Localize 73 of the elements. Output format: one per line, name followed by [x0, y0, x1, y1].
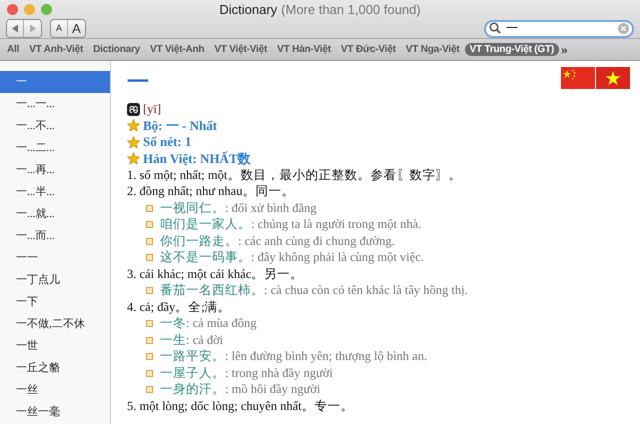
definition: 1. số một; nhất; một。数目，最小的正整数。参看〖数字〗。 — [127, 166, 462, 184]
forward-arrow-icon — [28, 24, 36, 32]
dictionary-tab[interactable]: VT Anh-Việt — [24, 43, 88, 56]
sidebar-item[interactable]: 一世 — [0, 335, 110, 357]
bullet-icon — [146, 221, 153, 228]
sidebar-item[interactable]: 一...再... — [0, 159, 110, 181]
sidebar-item[interactable]: 一丁点儿 — [0, 269, 110, 291]
minimize-button[interactable] — [24, 4, 35, 14]
dictionary-tab[interactable]: VT Việt-Anh — [145, 43, 210, 56]
definition: 3. cái khác; một cái khác。另一。 — [127, 266, 304, 283]
result-count: (More than 1,000 found) — [281, 2, 421, 16]
definition: 4. cả; đầy。全;满。 — [127, 298, 231, 316]
example-sentence: 咱们是一家人。: chúng ta là người trong một nhà. — [160, 216, 422, 234]
sidebar-item[interactable]: 一下 — [0, 291, 110, 313]
back-arrow-icon — [11, 24, 19, 32]
zoom-button[interactable] — [41, 4, 52, 14]
star-icon — [127, 136, 140, 149]
star-icon — [127, 119, 140, 132]
sidebar-item[interactable]: 一...而... — [0, 225, 110, 247]
star-icon — [127, 152, 140, 166]
flag-icon — [561, 67, 595, 89]
sidebar-item[interactable]: 一...就... — [0, 203, 110, 225]
example-sentence: 一冬: cả mùa đông — [160, 315, 256, 332]
dictionary-tab[interactable]: All — [2, 43, 24, 56]
example-sentence: 番茄一名西红柿。: cà chua còn có tên khác là tây hồng thị. — [160, 282, 468, 300]
bullet-icon — [146, 238, 153, 245]
sidebar-item[interactable]: 一...半... — [0, 181, 110, 203]
sidebar-item[interactable]: 一丘之貉 — [0, 357, 110, 379]
bullet-icon — [146, 204, 153, 212]
info-line: Bộ: 一 - Nhất — [143, 116, 218, 135]
bullet-icon — [146, 320, 153, 328]
dictionary-tab[interactable]: Dictionary — [88, 43, 146, 56]
bullet-icon — [146, 336, 153, 344]
flag-icon — [596, 67, 630, 89]
sidebar-item[interactable]: 一不做,二不休 — [0, 313, 110, 335]
dictionary-tab[interactable]: VT Việt-Việt — [209, 43, 272, 56]
headword: 一 — [127, 68, 149, 96]
window-title: Dictionary — [219, 2, 278, 16]
info-line: Hán Việt: NHẤT数 — [143, 150, 251, 168]
search-field[interactable]: 一 — [484, 20, 634, 38]
bullet-icon — [146, 353, 153, 360]
info-line: Số nét: 1 — [143, 134, 192, 150]
dictionary-tab[interactable]: VT Hàn-Việt — [272, 43, 336, 56]
clear-icon[interactable] — [618, 22, 629, 34]
definition: 5. một lòng; dốc lòng; chuyên nhất。专一。 — [127, 398, 354, 415]
smaller-font-button[interactable]: A — [51, 20, 68, 36]
definition: 2. đồng nhất; như nhau。同一。 — [127, 183, 294, 200]
example-sentence: 一视同仁。: đối xử bình đẳng — [160, 200, 316, 217]
example-sentence: 一生: cả đời — [160, 332, 224, 349]
sidebar-item[interactable]: 一...二... — [0, 137, 110, 159]
dictionary-tab[interactable]: VT Nga-Việt — [400, 43, 464, 56]
more-tabs-button[interactable]: » — [561, 42, 568, 56]
sidebar-item[interactable]: 一 — [0, 71, 110, 93]
bullet-icon — [146, 254, 153, 262]
close-button[interactable] — [7, 4, 18, 14]
example-sentence: 这不是一码事。: đây không phải là cùng một việc. — [160, 249, 424, 266]
example-sentence: 一身的汗。: mồ hôi đầy người — [160, 381, 320, 398]
dictionary-tab[interactable]: VT Trung-Việt (GT) — [464, 43, 560, 56]
sidebar-item[interactable]: 一...不... — [0, 115, 110, 137]
example-sentence: 一屋子人。: trong nhà đầy người — [160, 364, 333, 382]
bullet-icon — [146, 386, 153, 394]
sidebar-item[interactable]: 一...一... — [0, 93, 110, 115]
bullet-icon — [146, 287, 153, 294]
example-sentence: 你们一路走。: các anh cùng đi chung đường. — [160, 232, 395, 250]
dictionary-tab[interactable]: VT Đức-Việt — [336, 43, 401, 56]
sidebar-item[interactable]: 一丝一毫 — [0, 401, 110, 423]
bullet-icon — [146, 370, 153, 377]
example-sentence: 一路平安。: lên đường bình yên; thượng lộ bình an. — [160, 348, 428, 366]
pronunciation: [yī] — [143, 102, 162, 117]
larger-font-button[interactable]: A — [68, 20, 85, 36]
sidebar-item[interactable]: 一丝 — [0, 379, 110, 401]
search-icon — [489, 22, 501, 34]
sidebar-item[interactable]: 一一 — [0, 247, 110, 269]
